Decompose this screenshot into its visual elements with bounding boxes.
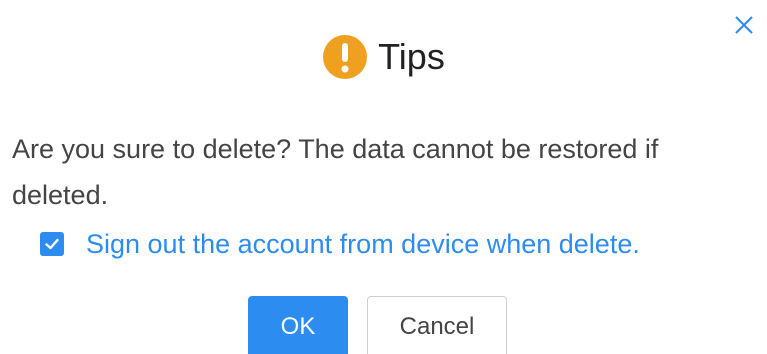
ok-button[interactable]: OK	[248, 296, 348, 354]
delete-confirm-dialog: Tips Are you sure to delete? The data ca…	[0, 0, 767, 354]
dialog-header: Tips	[0, 34, 767, 80]
cancel-button[interactable]: Cancel	[367, 296, 507, 354]
sign-out-checkbox-label[interactable]: Sign out the account from device when de…	[86, 226, 640, 262]
dialog-title: Tips	[378, 36, 445, 77]
checkmark-icon	[45, 238, 59, 250]
sign-out-checkbox[interactable]	[40, 232, 64, 256]
sign-out-checkbox-row[interactable]: Sign out the account from device when de…	[40, 226, 640, 262]
warning-icon	[323, 35, 368, 79]
dialog-message: Are you sure to delete? The data cannot …	[12, 134, 659, 210]
close-icon	[735, 16, 753, 34]
